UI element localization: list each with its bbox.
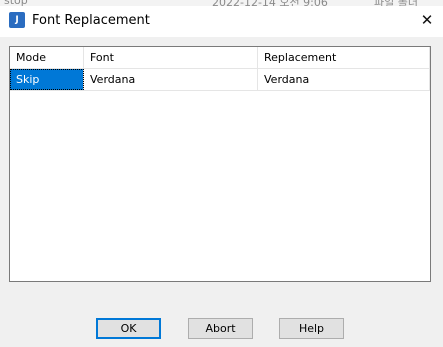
column-header-mode[interactable]: Mode	[10, 47, 84, 68]
title-bar[interactable]: J Font Replacement ✕	[0, 6, 443, 37]
font-replacement-dialog: J Font Replacement ✕ Mode Font Replaceme…	[0, 6, 443, 347]
column-header-replacement[interactable]: Replacement	[258, 47, 430, 68]
font-replacement-list[interactable]: Mode Font Replacement Skip Verdana Verda…	[9, 46, 431, 282]
column-header-font[interactable]: Font	[84, 47, 258, 68]
window-title: Font Replacement	[32, 13, 150, 28]
abort-button[interactable]: Abort	[188, 318, 253, 339]
close-button[interactable]: ✕	[411, 6, 443, 37]
row-mode-cell[interactable]: Skip	[10, 69, 84, 90]
app-logo-icon: J	[9, 12, 25, 28]
row-font-cell: Verdana	[84, 69, 258, 90]
help-button[interactable]: Help	[279, 318, 344, 339]
ok-button[interactable]: OK	[96, 318, 161, 339]
row-replacement-cell[interactable]: Verdana	[258, 69, 430, 90]
close-icon: ✕	[420, 11, 434, 29]
table-row[interactable]: Skip Verdana Verdana	[10, 69, 430, 91]
list-header: Mode Font Replacement	[10, 47, 430, 69]
